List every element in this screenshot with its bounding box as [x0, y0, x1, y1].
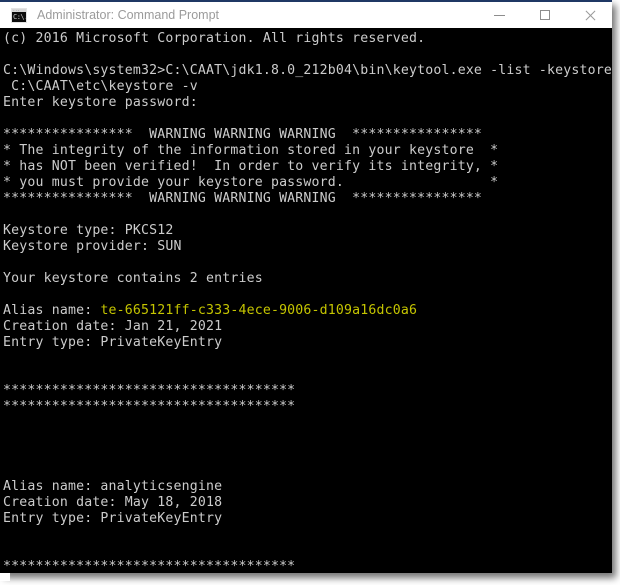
window-shadow-corner	[0, 573, 10, 581]
console-output-area[interactable]: (c) 2016 Microsoft Corporation. All righ…	[0, 28, 612, 573]
maximize-button[interactable]	[522, 2, 567, 28]
window-controls	[477, 2, 612, 28]
console-line: Alias name: te-665121ff-c333-4ece-9006-d…	[3, 303, 612, 319]
command-prompt-icon: ··· C:\.	[11, 7, 27, 23]
window-titlebar[interactable]: ··· C:\. Administrator: Command Prompt	[0, 0, 612, 28]
console-line-label: Alias name:	[3, 303, 101, 318]
console-line: * you must provide your keystore passwor…	[3, 175, 499, 190]
close-button[interactable]	[567, 2, 612, 28]
console-line: Creation date: May 18, 2018	[3, 495, 223, 510]
screenshot-root: ··· C:\. Administrator: Command Prompt (…	[0, 0, 620, 585]
console-line: Entry type: PrivateKeyEntry	[3, 511, 223, 526]
console-line: C:\CAAT\etc\keystore -v	[3, 79, 198, 94]
console-line: Your keystore contains 2 entries	[3, 271, 263, 286]
console-line: ************************************	[3, 399, 296, 414]
maximize-icon	[539, 10, 550, 20]
console-line: * The integrity of the information store…	[3, 143, 499, 158]
console-line: Enter keystore password:	[3, 95, 198, 110]
console-line: C:\Windows\system32>C:\CAAT\jdk1.8.0_212…	[3, 63, 612, 78]
console-line: **************** WARNING WARNING WARNING…	[3, 127, 483, 142]
minimize-icon	[494, 14, 505, 16]
command-prompt-window: ··· C:\. Administrator: Command Prompt (…	[0, 0, 612, 573]
minimize-button[interactable]	[477, 2, 522, 28]
window-title: Administrator: Command Prompt	[37, 8, 220, 22]
console-line: Alias name: analyticsengine	[3, 479, 223, 494]
console-line: Keystore type: PKCS12	[3, 223, 174, 238]
console-line: Creation date: Jan 21, 2021	[3, 319, 223, 334]
close-icon	[584, 9, 596, 21]
console-line: **************** WARNING WARNING WARNING…	[3, 191, 483, 206]
console-line: ************************************	[3, 383, 296, 398]
console-line: Keystore provider: SUN	[3, 239, 182, 254]
console-line: Entry type: PrivateKeyEntry	[3, 335, 223, 350]
console-line: * has NOT been verified! In order to ver…	[3, 159, 499, 174]
command-prompt-icon-text: C:\.	[13, 12, 27, 21]
titlebar-left-group: ··· C:\. Administrator: Command Prompt	[0, 7, 477, 23]
keystore-alias-value: te-665121ff-c333-4ece-9006-d109a16dc0a6	[100, 303, 418, 318]
console-line: ************************************	[3, 559, 296, 573]
console-line: (c) 2016 Microsoft Corporation. All righ…	[3, 31, 426, 46]
